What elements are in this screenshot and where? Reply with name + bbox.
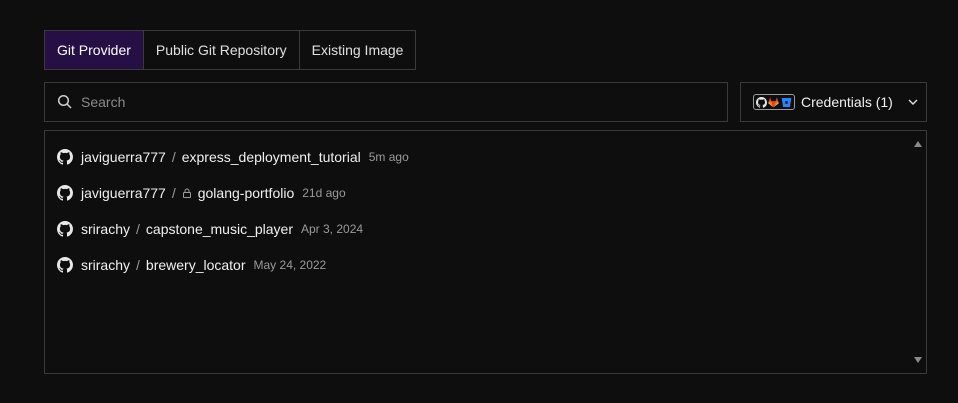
repo-updated: May 24, 2022 [253,258,327,272]
search-box[interactable] [44,82,728,122]
list-item[interactable]: javiguerra777 / golang-portfolio 21d ago [57,183,346,203]
bitbucket-icon [781,97,792,107]
repo-owner: javiguerra777 [81,185,166,201]
provider-logos [753,94,795,110]
credentials-dropdown[interactable]: Credentials (1) [740,82,927,122]
path-separator: / [171,185,176,201]
list-item[interactable]: srirachy / brewery_locator May 24, 2022 [57,255,326,275]
credentials-label: Credentials (1) [801,94,893,110]
repo-owner: srirachy [81,257,131,273]
path-separator: / [136,221,140,237]
repo-name: capstone_music_player [145,221,293,237]
repo-name: brewery_locator [145,257,246,273]
lock-icon [182,188,192,198]
search-icon [57,94,73,110]
repository-list[interactable]: javiguerra777 / express_deployment_tutor… [44,130,927,374]
github-icon [57,185,73,201]
repo-owner: srirachy [81,221,131,237]
scroll-down-arrow[interactable] [913,351,923,369]
tab-public-git-repository[interactable]: Public Git Repository [144,31,300,69]
repo-updated: 5m ago [368,150,409,164]
tab-existing-image[interactable]: Existing Image [300,31,416,69]
search-input[interactable] [81,94,727,110]
source-tabs: Git Provider Public Git Repository Exist… [44,30,417,70]
list-item[interactable]: javiguerra777 / express_deployment_tutor… [57,147,409,167]
tab-git-provider[interactable]: Git Provider [45,31,144,69]
github-icon [755,96,767,108]
github-icon [57,257,73,273]
repo-owner: javiguerra777 [81,149,166,165]
github-icon [57,149,73,165]
repo-updated: Apr 3, 2024 [301,222,364,236]
gitlab-icon [768,97,780,107]
path-separator: / [136,257,140,273]
repo-name: express_deployment_tutorial [181,149,361,165]
repo-updated: 21d ago [302,186,346,200]
repo-name: golang-portfolio [197,185,295,201]
github-icon [57,221,73,237]
list-item[interactable]: srirachy / capstone_music_player Apr 3, … [57,219,363,239]
scroll-up-arrow[interactable] [913,135,923,153]
chevron-down-icon [907,96,919,108]
path-separator: / [171,149,176,165]
